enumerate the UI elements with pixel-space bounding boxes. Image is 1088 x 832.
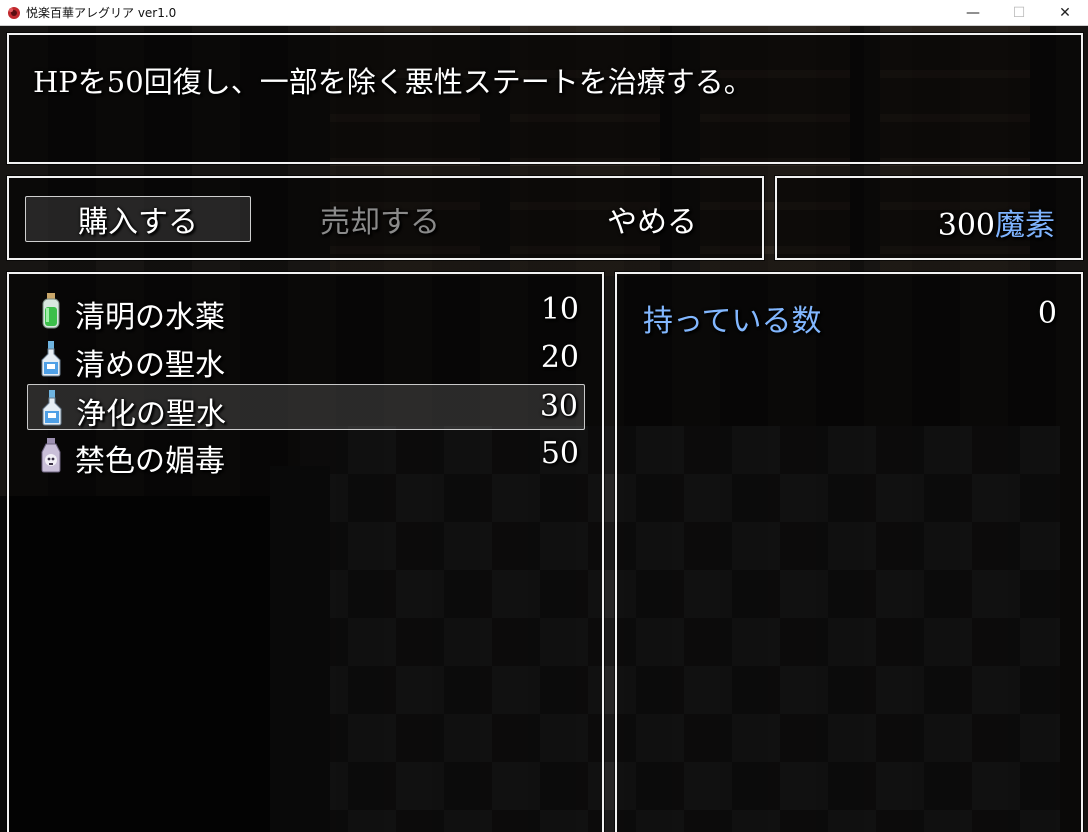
minimize-button[interactable]: — xyxy=(950,0,996,26)
blue-holy-water-icon xyxy=(42,390,62,426)
sell-command[interactable]: 売却する xyxy=(267,196,493,242)
item-price: 50 xyxy=(540,436,579,471)
currency-display: 300魔素 xyxy=(938,200,1055,244)
item-row-kiyome-holy-water[interactable]: 清めの聖水 20 xyxy=(27,336,585,383)
currency-unit: 魔素 xyxy=(995,208,1055,243)
item-row-seimei-potion[interactable]: 清明の水薬 10 xyxy=(27,288,585,335)
item-name: 禁色の媚毒 xyxy=(75,444,225,479)
item-row-kinjiki-poison[interactable]: 禁色の媚毒 50 xyxy=(27,432,585,479)
game-screen[interactable]: HPを50回復し、一部を除く悪性ステートを治療する。 購入する 売却する やめる… xyxy=(0,26,1088,832)
currency-window: 300魔素 xyxy=(775,176,1083,260)
item-name: 浄化の聖水 xyxy=(76,397,226,432)
help-text: HPを50回復し、一部を除く悪性ステートを治療する。 xyxy=(33,65,753,99)
green-potion-icon xyxy=(42,293,60,329)
possession-label: 持っている数 xyxy=(643,304,822,339)
skull-poison-icon xyxy=(41,438,61,473)
help-window: HPを50回復し、一部を除く悪性ステートを治療する。 xyxy=(7,33,1083,164)
item-row-jouka-holy-water[interactable]: 浄化の聖水 30 xyxy=(27,384,585,432)
close-button[interactable]: ✕ xyxy=(1042,0,1088,26)
cancel-command[interactable]: やめる xyxy=(539,196,765,242)
shop-command-window: 購入する 売却する やめる xyxy=(7,176,764,260)
item-price: 30 xyxy=(539,389,578,424)
item-name: 清明の水薬 xyxy=(75,300,225,335)
buy-item-list: 清明の水薬 10 清めの聖水 20 浄化の聖水 30 禁色の媚毒 50 xyxy=(7,272,604,832)
item-status-window: 持っている数 0 xyxy=(615,272,1083,832)
blue-holy-water-icon xyxy=(41,341,61,377)
maximize-button[interactable]: ☐ xyxy=(996,0,1042,26)
window-titlebar: 悦楽百華アレグリア ver1.0 — ☐ ✕ xyxy=(0,0,1088,26)
currency-amount: 300 xyxy=(937,208,995,243)
item-price: 10 xyxy=(540,292,579,327)
item-price: 20 xyxy=(540,340,579,375)
buy-command[interactable]: 購入する xyxy=(25,196,251,242)
possession-count: 0 xyxy=(1037,296,1057,331)
app-flower-icon xyxy=(8,7,20,19)
window-title: 悦楽百華アレグリア ver1.0 xyxy=(26,6,177,20)
item-name: 清めの聖水 xyxy=(75,348,225,383)
